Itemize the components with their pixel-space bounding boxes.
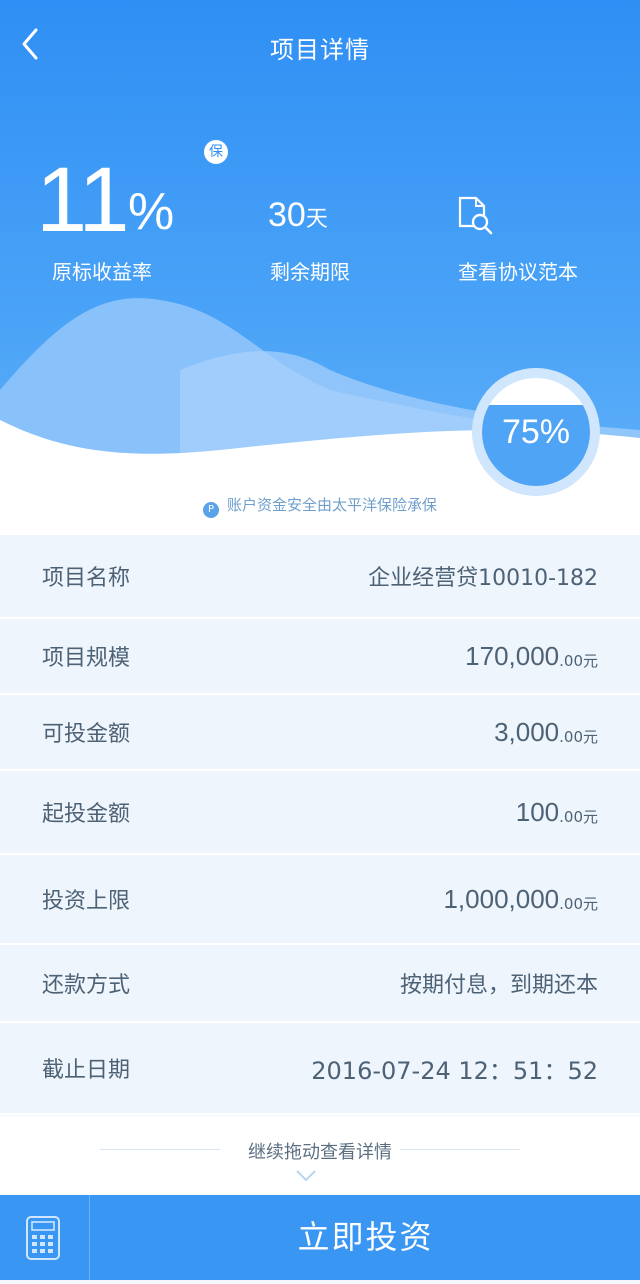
calculator-icon xyxy=(26,1216,60,1260)
calculator-button[interactable] xyxy=(0,1195,90,1280)
detail-row-repayment: 还款方式 按期付息，到期还本 xyxy=(0,945,640,1023)
insurance-note: P 账户资金安全由太平洋保险承保 xyxy=(0,494,640,518)
progress-ring: 75% xyxy=(472,368,600,496)
days-label: 剩余期限 xyxy=(270,260,350,284)
days-remaining: 30天 xyxy=(268,196,328,234)
guarantee-badge: 保 xyxy=(204,140,228,164)
project-detail-list: 项目名称 企业经营贷10010-182 项目规模 170,000.00元 可投金… xyxy=(0,535,640,1115)
insurance-logo-icon: P xyxy=(202,502,219,518)
pull-hint-text: 继续拖动查看详情 xyxy=(248,1142,392,1163)
hero-section: 项目详情 11 % 保 原标收益率 30天 剩余期限 查看协议范本 75% P账… xyxy=(0,0,640,535)
detail-row-project-scale: 项目规模 170,000.00元 xyxy=(0,619,640,695)
pull-for-more[interactable]: 继续拖动查看详情 xyxy=(0,1116,640,1196)
detail-row-min-investment: 起投金额 100.00元 xyxy=(0,771,640,855)
rate-percent: % xyxy=(128,183,175,241)
detail-row-max-investment: 投资上限 1,000,000.00元 xyxy=(0,855,640,945)
rate-value: 11 xyxy=(36,149,130,251)
detail-row-deadline: 截止日期 2016-07-24 12：51：52 xyxy=(0,1023,640,1115)
rate-label: 原标收益率 xyxy=(52,260,152,284)
bottom-action-bar: 立即投资 xyxy=(0,1195,640,1280)
page-title: 项目详情 xyxy=(270,36,370,64)
document-search-icon[interactable] xyxy=(456,196,496,236)
progress-percent: 75% xyxy=(501,413,571,451)
view-agreement-link[interactable]: 查看协议范本 xyxy=(458,256,578,285)
invest-now-button[interactable]: 立即投资 xyxy=(91,1195,640,1280)
detail-row-available-amount: 可投金额 3,000.00元 xyxy=(0,695,640,771)
detail-row-project-name: 项目名称 企业经营贷10010-182 xyxy=(0,535,640,619)
chevron-down-icon xyxy=(296,1170,316,1182)
